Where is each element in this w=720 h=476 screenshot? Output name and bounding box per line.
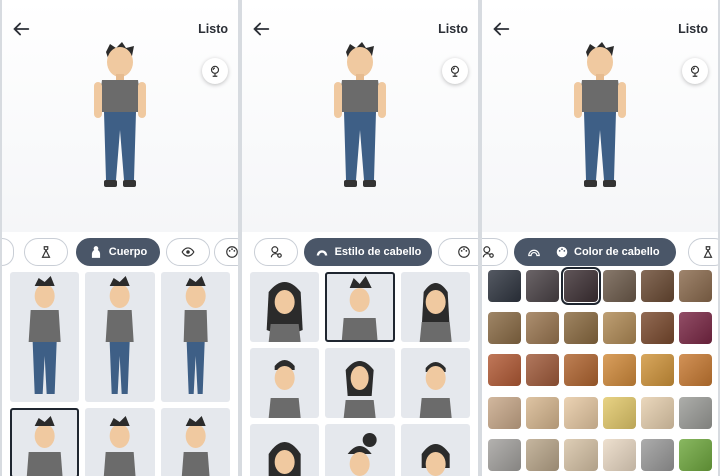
hair-color-swatch[interactable] [488,438,522,471]
palette-icon [458,246,470,258]
tab-hair-color[interactable]: Color de cabello [514,238,676,266]
hair-color-swatch[interactable] [602,438,636,471]
hair-color-swatch[interactable] [678,312,712,345]
hair-color-swatch[interactable] [488,312,522,345]
tab-color[interactable] [438,238,478,266]
body-option[interactable] [10,408,80,476]
mirror-icon [690,65,700,77]
tab-body[interactable] [482,238,508,266]
hair-style-panel: Listo Estilo de cabello [242,0,478,476]
body-panel: Listo Cuerpo [2,0,238,476]
hair-color-swatch[interactable] [678,396,712,429]
hair-style-option[interactable] [250,348,320,418]
avatar-figure [574,42,626,187]
hair-color-swatch[interactable] [564,396,598,429]
body-option[interactable] [85,408,155,476]
hair-color-swatch[interactable] [640,438,674,471]
avatar-editor-screens: Listo Cuerpo Listo Estilo de cabello Lis… [0,0,720,476]
hair-color-chip: Color de cabello [555,245,660,259]
hair-style-option[interactable] [400,272,470,342]
body-icon [91,246,100,258]
hair-color-swatch[interactable] [526,270,560,302]
body-option[interactable] [160,272,230,402]
tab-hair-style-label: Estilo de cabello [334,246,422,258]
tab-outfit[interactable] [688,238,718,266]
tab-color[interactable] [214,238,238,266]
done-button[interactable]: Listo [198,22,228,36]
hair-color-swatch[interactable] [564,438,598,471]
tab-previous[interactable] [2,238,14,266]
hair-color-swatch[interactable] [526,312,560,345]
person-icon [482,246,494,258]
mirror-icon [450,65,460,77]
body-options-grid [10,272,230,476]
done-button[interactable]: Listo [678,22,708,36]
hanger-icon [41,246,51,258]
hair-color-swatch[interactable] [602,396,636,429]
hair-color-swatch[interactable] [526,396,560,429]
category-tabs: Color de cabello [482,236,718,268]
tab-body[interactable]: Cuerpo [76,238,160,266]
hair-style-option[interactable] [325,272,395,342]
body-option[interactable] [10,272,80,402]
back-arrow-icon[interactable] [490,18,512,40]
tab-hair-style[interactable]: Estilo de cabello [304,238,432,266]
tab-hair-color-label: Color de cabello [574,246,660,258]
hair-color-swatch[interactable] [678,270,712,302]
tab-outfit[interactable] [24,238,68,266]
hair-icon [316,250,327,256]
hair-color-swatches [488,267,712,476]
avatar-figure [94,42,146,187]
hair-color-swatch[interactable] [488,270,522,302]
hanger-icon [703,246,713,258]
hair-color-swatch[interactable] [561,267,601,305]
mirror-button[interactable] [442,58,468,84]
hair-color-swatch[interactable] [640,354,674,387]
hair-color-swatch[interactable] [640,312,674,345]
hair-color-swatch[interactable] [602,354,636,387]
hair-color-swatch[interactable] [602,270,636,302]
palette-icon [226,246,238,258]
hair-color-swatch[interactable] [640,396,674,429]
hair-icon [528,249,540,257]
category-tabs: Estilo de cabello [242,236,478,268]
hair-color-swatch[interactable] [564,312,598,345]
hair-color-panel: Listo Color de cabello [482,0,718,476]
mirror-button[interactable] [202,58,228,84]
person-icon [270,246,282,258]
hair-style-grid [250,272,470,476]
body-option[interactable] [160,408,230,476]
tab-body-label: Cuerpo [108,246,148,258]
hair-color-swatch[interactable] [564,354,598,387]
hair-style-option[interactable] [325,348,395,418]
mirror-button[interactable] [682,58,708,84]
back-arrow-icon[interactable] [10,18,32,40]
tab-eyes[interactable] [166,238,210,266]
hair-color-swatch[interactable] [678,354,712,387]
hair-color-swatch[interactable] [602,312,636,345]
hair-color-swatch[interactable] [488,354,522,387]
hair-color-swatch[interactable] [526,354,560,387]
eye-icon [181,247,195,257]
done-button[interactable]: Listo [438,22,468,36]
hair-style-option[interactable] [400,424,470,476]
hair-style-option[interactable] [400,348,470,418]
hair-color-swatch[interactable] [488,396,522,429]
hair-style-option[interactable] [250,272,320,342]
tab-body[interactable] [254,238,298,266]
avatar-figure [334,42,386,187]
back-arrow-icon[interactable] [250,18,272,40]
hair-color-swatch[interactable] [678,438,712,471]
category-tabs: Cuerpo [2,236,238,268]
hair-color-swatch[interactable] [640,270,674,302]
hair-style-option[interactable] [250,424,320,476]
body-option[interactable] [85,272,155,402]
palette-icon [556,246,568,258]
hair-color-swatch[interactable] [526,438,560,471]
mirror-icon [210,65,220,77]
hair-style-option[interactable] [325,424,395,476]
